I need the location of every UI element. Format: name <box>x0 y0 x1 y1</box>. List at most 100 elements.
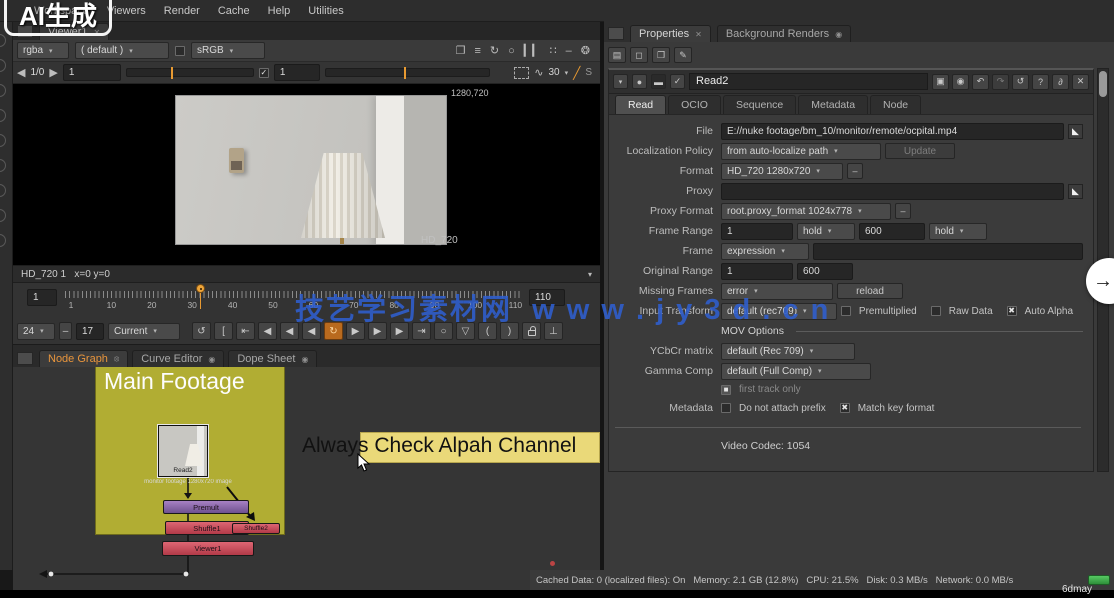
flipbook-button[interactable]: ▽ <box>456 322 475 340</box>
file-browser-icon[interactable]: ◣ <box>1068 124 1083 139</box>
file-browser-icon[interactable]: ◣ <box>1068 184 1083 199</box>
premultiplied-checkbox[interactable] <box>841 306 851 316</box>
frame-range-end-field[interactable]: 600 <box>859 223 925 240</box>
toolbar-icon[interactable] <box>0 234 6 247</box>
proxy-format-dropdown[interactable]: root.proxy_format 1024x778▾ <box>721 203 891 220</box>
frame-expression-input[interactable] <box>813 243 1083 260</box>
proxy-icon[interactable]: ∷ <box>550 44 557 57</box>
refresh-button[interactable]: ↺ <box>192 322 211 340</box>
skip-field[interactable]: 17 <box>76 323 104 340</box>
node-tab-ocio[interactable]: OCIO <box>668 95 721 114</box>
proxy-format-minus-button[interactable]: – <box>895 203 911 219</box>
node-tab-read[interactable]: Read <box>615 95 666 114</box>
close-icon[interactable]: ⦻ <box>114 354 119 364</box>
menu-item-utilities[interactable]: Utilities <box>308 5 343 17</box>
pause-icon[interactable]: ▎▎ <box>524 44 541 57</box>
first-track-only-checkbox[interactable]: ■ <box>721 385 731 395</box>
frame-range-start-mode-dropdown[interactable]: hold▾ <box>797 223 855 240</box>
channels-dropdown[interactable]: rgba▾ <box>17 42 69 59</box>
node-toolbar-strip[interactable] <box>0 22 13 570</box>
redo-icon[interactable]: ↷ <box>992 74 1009 90</box>
edit-panel-icon[interactable]: ✎ <box>674 47 692 63</box>
prev-input-icon[interactable]: ◀ <box>17 66 25 79</box>
timeline[interactable]: 1 1102030405060708090100110 110 <box>13 283 600 318</box>
node-tab-node[interactable]: Node <box>870 95 921 114</box>
tab-background-renders[interactable]: Background Renders ◉ <box>717 25 851 42</box>
frame-mode-dropdown[interactable]: expression▾ <box>721 243 809 260</box>
frame-range-end-mode-dropdown[interactable]: hold▾ <box>929 223 987 240</box>
menu-item-viewers[interactable]: Viewers <box>107 5 146 17</box>
record-button[interactable]: ○ <box>434 322 453 340</box>
gain-slider[interactable] <box>126 68 254 77</box>
viewer-checkbox[interactable] <box>175 46 185 56</box>
script-icon[interactable]: ∂ <box>1052 74 1069 90</box>
frame-range-start-field[interactable]: 1 <box>721 223 793 240</box>
gain-value-field[interactable]: 1 <box>274 64 320 81</box>
prev-keyframe-button[interactable]: ◀ <box>258 322 277 340</box>
chevron-down-icon[interactable]: ▾ <box>565 69 569 77</box>
auto-alpha-checkbox[interactable]: ✖ <box>1007 306 1017 316</box>
curve-icon[interactable]: ✓ <box>670 74 685 89</box>
toolbar-icon[interactable] <box>0 134 6 147</box>
collapse-caret-icon[interactable]: ▾ <box>613 74 628 89</box>
center-panel-icon[interactable]: ▣ <box>932 74 949 90</box>
stack-icon[interactable]: ≡ <box>474 45 480 57</box>
pan-zoom-icon[interactable]: ∿ <box>534 66 543 79</box>
playhead-pin[interactable] <box>196 284 205 293</box>
export-button[interactable]: ⊥ <box>544 322 563 340</box>
match-key-checkbox[interactable]: ✖ <box>840 403 850 413</box>
panel-menu-icon[interactable] <box>17 352 33 365</box>
format-minus-button[interactable]: – <box>847 163 863 179</box>
ycbcr-matrix-dropdown[interactable]: default (Rec 709)▾ <box>721 343 855 360</box>
minus-icon[interactable]: – <box>566 45 572 57</box>
swatch-icon[interactable]: ▬ <box>651 74 666 89</box>
file-input[interactable]: E://nuke footage/bm_10/monitor/remote/oc… <box>721 123 1064 140</box>
help-icon[interactable]: ? <box>1032 74 1049 90</box>
copy-panel-icon[interactable]: ❐ <box>652 47 670 63</box>
lock-range-button[interactable] <box>522 322 541 340</box>
toolbar-icon[interactable] <box>0 59 6 72</box>
range-start-field[interactable]: 1 <box>27 289 57 306</box>
play-forward-button[interactable]: ▶ <box>346 322 365 340</box>
float-panel-icon[interactable]: ◉ <box>952 74 969 90</box>
viewer-node[interactable]: Viewer1 <box>162 541 254 556</box>
frame-number-field[interactable]: 1 <box>63 64 121 81</box>
loop-mode-button[interactable]: ↻ <box>324 322 343 340</box>
next-frame-button[interactable]: ▶ <box>368 322 387 340</box>
fps-dropdown[interactable]: 24▾ <box>17 323 55 340</box>
reload-button[interactable]: reload <box>837 283 903 299</box>
scrollbar-thumb[interactable] <box>1099 71 1107 97</box>
update-button[interactable]: Update <box>885 143 955 159</box>
range-end-field[interactable]: 110 <box>529 289 565 306</box>
node-tab-sequence[interactable]: Sequence <box>723 95 796 114</box>
menu-item-render[interactable]: Render <box>164 5 200 17</box>
target-icon[interactable]: ❂ <box>581 44 590 57</box>
toolbar-icon[interactable] <box>0 159 6 172</box>
next-input-icon[interactable]: ▶ <box>49 66 57 79</box>
proxy-input[interactable] <box>721 183 1064 200</box>
layer-dropdown[interactable]: ( default )▾ <box>75 42 169 59</box>
playback-mode-dropdown[interactable]: Current▾ <box>108 323 180 340</box>
wipe-icon[interactable]: ❐ <box>456 44 466 57</box>
node-name-field[interactable]: Read2 <box>689 73 928 90</box>
tab-curve-editor[interactable]: Curve Editor ◉ <box>132 350 224 367</box>
toolbar-icon[interactable] <box>0 84 6 97</box>
range-in-button[interactable]: ( <box>478 322 497 340</box>
close-icon[interactable]: ✕ <box>1072 74 1089 90</box>
gamma-slider-handle[interactable] <box>404 67 406 79</box>
play-backward-button[interactable]: ◀ <box>302 322 321 340</box>
pencil-icon[interactable]: ╱ <box>573 66 580 80</box>
bracket-in-button[interactable]: [ <box>214 322 233 340</box>
goto-end-button[interactable]: ⇥ <box>412 322 431 340</box>
tab-properties[interactable]: Properties ✕ <box>630 25 711 42</box>
gamma-comp-dropdown[interactable]: default (Full Comp)▾ <box>721 363 871 380</box>
premult-node[interactable]: Premult <box>163 500 249 514</box>
gamma-checkbox[interactable]: ✓ <box>259 68 269 78</box>
menu-item-help[interactable]: Help <box>268 5 291 17</box>
panel-menu-icon[interactable] <box>608 27 624 40</box>
undo-icon[interactable]: ↶ <box>972 74 989 90</box>
lock-panel-icon[interactable]: ◻ <box>630 47 648 63</box>
node-graph-canvas[interactable]: Main Footage Read2 monitor footage 1280x… <box>13 367 600 590</box>
menu-item-cache[interactable]: Cache <box>218 5 250 17</box>
toolbar-icon[interactable] <box>0 109 6 122</box>
